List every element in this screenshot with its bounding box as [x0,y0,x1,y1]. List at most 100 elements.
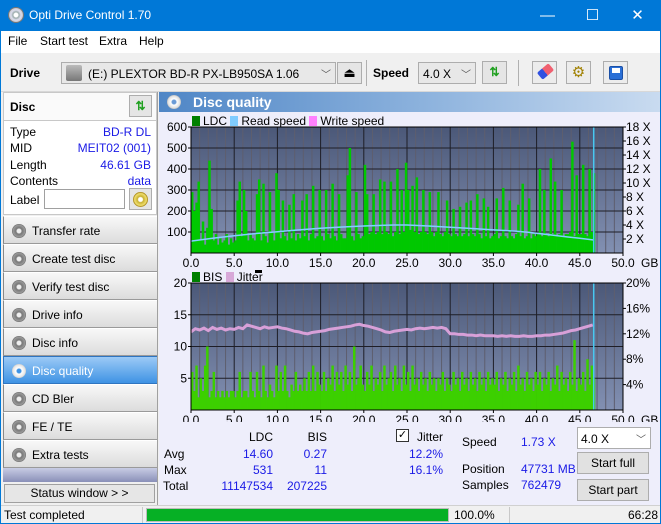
ldc-bar [372,194,375,253]
bis-bar [385,384,388,410]
bis-bar [540,390,544,410]
x-tick-label: 30.0 [439,413,463,422]
disc-type-value: BD-R DL [102,125,151,139]
ldc-bar [422,190,425,253]
ldc-bar [314,238,317,253]
nav-transfer-rate[interactable]: Transfer rate [3,216,157,244]
ldc-bar [538,169,542,253]
menu-help[interactable]: Help [139,34,164,48]
bis-bar [305,390,308,410]
ldc-bar [534,236,537,253]
bis-bar [307,371,311,410]
toolbar-separator [366,60,367,86]
ldc-bar [307,240,311,253]
ldc-bar [270,232,274,253]
start-full-button[interactable]: Start full [577,452,649,474]
bis-bar [586,359,589,410]
disc-refresh-button[interactable]: ⇅ [129,95,152,117]
ldc-bar [221,242,224,253]
nav-extra-tests[interactable]: Extra tests [3,440,157,468]
ldc-bar [556,236,559,253]
y2-tick-label: 20% [626,276,650,290]
ldc-bar [296,234,300,253]
bis-bar [471,384,475,410]
ldc-bar [456,236,460,253]
ldc-bar [236,200,239,253]
disc-quality-icon [167,95,181,109]
nav-drive-info[interactable]: Drive info [3,300,157,328]
refresh-button[interactable]: ⇅ [482,61,507,84]
speed-select[interactable]: 4.0 X ﹀ [418,62,476,84]
stats-header-bis: BIS [307,430,327,444]
nav-create-test-disc[interactable]: Create test disc [3,244,157,272]
bis-bar [322,371,326,410]
x-tick-label: 25.0 [395,413,419,422]
bis-bar [499,378,503,410]
ldc-bar [245,211,248,253]
chevron-down-icon: ﹀ [461,70,471,81]
elapsed-time: 66:28 [628,508,659,522]
ldc-bar [545,234,548,253]
start-part-button[interactable]: Start part [577,479,649,501]
nav-spacer [3,468,157,482]
test-speed-select[interactable]: 4.0 X ﹀ [577,427,651,449]
settings-button[interactable]: ⚙ [566,61,591,84]
x-tick-label: 35.0 [482,256,506,268]
jitter-checkbox[interactable]: ✓ [396,429,409,442]
menu-extra[interactable]: Extra [99,34,127,48]
maximize-button[interactable]: ☐ [570,0,615,31]
menu-file[interactable]: File [8,34,27,48]
ldc-bar [385,232,388,253]
ldc-bar [301,200,304,253]
bis-bar [497,390,501,410]
x-tick-label: 35.0 [482,413,506,422]
ldc-bar [527,198,531,253]
menu-start-test[interactable]: Start test [40,34,88,48]
stats-total-label: Total [163,479,189,493]
nav-verify-test-disc[interactable]: Verify test disc [3,272,157,300]
ldc-bar [571,141,574,253]
bis-bar [525,371,529,410]
bis-bar [532,390,535,410]
y-tick-label: 200 [167,204,187,218]
disc-label-button[interactable] [129,188,152,210]
bis-bar [359,365,362,410]
bis-bar [452,371,455,410]
ldc-bar [502,187,505,253]
bis-bar [530,378,533,410]
y-tick-label: 300 [167,183,187,197]
minimize-button[interactable]: — [525,0,570,31]
y2-tick-label: 4 X [626,218,644,232]
nav-disc-quality[interactable]: Disc quality [3,356,157,384]
ldc-bar [400,190,403,253]
bis-bar [273,397,276,410]
bis-bar [337,384,341,410]
bis-bar [556,365,559,410]
y-tick-label: 15 [174,308,188,322]
ldc-bar [543,190,546,253]
nav-disc-info[interactable]: Disc info [3,328,157,356]
bis-bar [277,390,280,410]
nav-fe-te[interactable]: FE / TE [3,412,157,440]
ldc-bar [378,179,382,253]
nav-cd-bler[interactable]: CD Bler [3,384,157,412]
disc-label-input[interactable] [44,189,125,209]
disc-quality-panel: Disc quality LDC Read speed Write speed … [159,92,660,505]
ldc-bar [249,234,252,253]
status-window-button[interactable]: Status window > > [4,484,155,503]
ldc-bar [508,200,511,253]
eject-button[interactable]: ⏏ [337,62,362,84]
close-button[interactable]: ✕ [615,0,660,31]
bis-bar [210,390,213,410]
save-button[interactable] [603,61,628,84]
drive-select[interactable]: (E:) PLEXTOR BD-R PX-LB950SA 1.06 ﹀ [61,62,336,84]
title-bar: Opti Drive Control 1.70 — ☐ ✕ [1,0,660,31]
window-title: Opti Drive Control 1.70 [29,8,152,22]
erase-button[interactable] [532,61,557,84]
ldc-bar [333,236,337,253]
ldc-bar [262,183,265,253]
bis-bar [476,390,479,410]
ldc-bar [560,190,563,253]
nav-label: FE / TE [32,420,73,434]
ldc-bar [292,194,295,253]
